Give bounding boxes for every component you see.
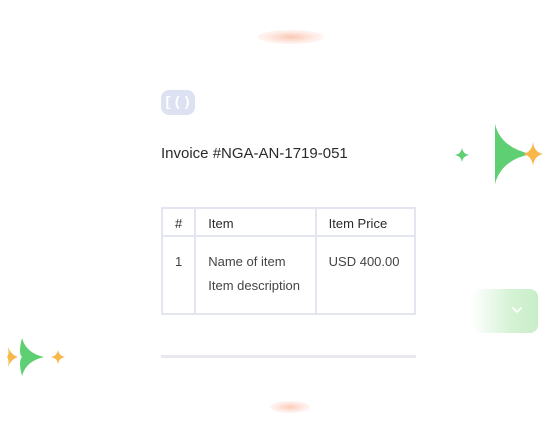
item-name: Name of item (208, 254, 286, 269)
invoice-title: Invoice #NGA-AN-1719-051 (161, 145, 348, 162)
row-number: 1 (160, 235, 197, 315)
decorative-glow-top (258, 30, 324, 44)
decorative-glow-bottom (270, 401, 310, 413)
column-header-item-price: Item Price (314, 207, 417, 237)
column-header-item: Item (194, 207, 317, 237)
sparkle-icon (7, 338, 44, 376)
chevron-down-icon (512, 307, 522, 313)
item-description: Item description (208, 278, 300, 293)
sparkle-icon (495, 124, 543, 184)
invoice-items-table: # Item Item Price 1 Name of item Item de… (160, 207, 417, 315)
column-header-number: # (160, 207, 197, 237)
table-row: 1 Name of item Item description USD 400.… (160, 235, 417, 315)
sparkle-icon (455, 148, 469, 162)
row-item-cell: Name of item Item description (194, 235, 317, 315)
row-item-price: USD 400.00 (314, 235, 417, 315)
decorative-dropdown-card (472, 289, 538, 333)
table-header-row: # Item Item Price (160, 207, 417, 237)
divider (161, 355, 416, 358)
sparkle-icon (51, 350, 65, 364)
brand-logo-text: [() (163, 94, 193, 111)
brand-logo-icon: [() (161, 90, 195, 115)
